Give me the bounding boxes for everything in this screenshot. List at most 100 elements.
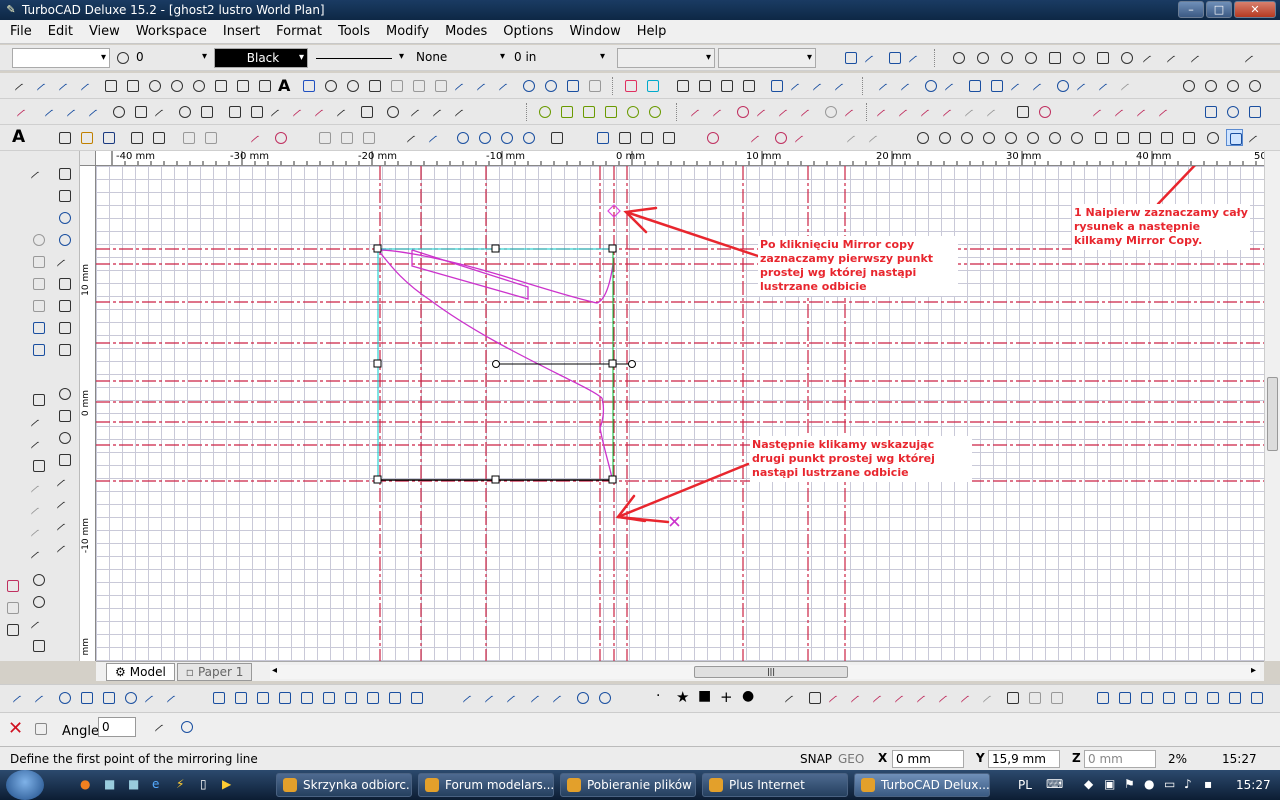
chamfer2-tool-icon[interactable]: [1114, 103, 1131, 120]
insert-image-icon[interactable]: [300, 77, 317, 94]
dim-datum-icon[interactable]: [1098, 77, 1115, 94]
mirror-copy-highlight-icon[interactable]: [1226, 129, 1243, 146]
properties-icon[interactable]: [32, 720, 49, 737]
snap-grid-icon[interactable]: [886, 49, 903, 66]
circle-radius-icon[interactable]: [1046, 129, 1063, 146]
construction-star-icon[interactable]: [336, 103, 353, 120]
z-coordinate-field[interactable]: 0 mm: [1084, 750, 1156, 768]
media-quicklaunch-icon[interactable]: ▶: [222, 777, 231, 791]
hatch-tool-icon[interactable]: [344, 77, 361, 94]
text-style-icon[interactable]: A: [12, 127, 25, 147]
measure-3d-icon[interactable]: [30, 413, 47, 430]
app-icon[interactable]: ✎: [4, 3, 18, 17]
fill-tool-icon[interactable]: [234, 77, 251, 94]
print-preview-icon[interactable]: [150, 129, 167, 146]
dim-radius-icon[interactable]: [922, 77, 939, 94]
close-button[interactable]: ✕: [1234, 1, 1276, 18]
mirror-copy-icon[interactable]: [750, 129, 767, 146]
dot-marker-icon[interactable]: ·: [656, 688, 660, 704]
snap-mid-icon[interactable]: [644, 77, 661, 94]
fillet-3d-icon[interactable]: [56, 341, 73, 358]
layers3-icon[interactable]: [498, 129, 515, 146]
horizontal-scroll-thumb[interactable]: |||: [694, 666, 848, 678]
ie-quicklaunch-icon[interactable]: e: [152, 777, 159, 791]
join-tool-icon[interactable]: [898, 103, 915, 120]
menu-format[interactable]: Format: [276, 24, 322, 39]
volume-tray-icon[interactable]: ♪: [1184, 777, 1192, 791]
circle-concentric-icon[interactable]: [1024, 129, 1041, 146]
select-edit-icon[interactable]: [428, 129, 445, 146]
move-3d-icon[interactable]: [30, 391, 47, 408]
dim-ordinate-icon[interactable]: [966, 77, 983, 94]
draw-curve-icon[interactable]: [1190, 49, 1207, 66]
construction-circle-icon[interactable]: [176, 103, 193, 120]
light-tool-icon[interactable]: [1224, 103, 1241, 120]
measure-3-icon[interactable]: [828, 689, 845, 706]
arc-snap-icon[interactable]: [30, 593, 47, 610]
shell-3d-icon[interactable]: [30, 319, 47, 336]
dim-tolerance-icon[interactable]: [1120, 77, 1137, 94]
select-tool-icon[interactable]: [406, 129, 423, 146]
keyboard-tray-icon[interactable]: ⌨: [1046, 777, 1063, 791]
menu-modes[interactable]: Modes: [445, 24, 487, 39]
arc-3pt-icon[interactable]: [542, 77, 559, 94]
rotated-rect-tool-icon[interactable]: [124, 77, 141, 94]
material-3d-icon[interactable]: [56, 385, 73, 402]
stretch-tool-icon[interactable]: [844, 103, 861, 120]
render-2-icon[interactable]: [1116, 689, 1133, 706]
slope-tool-icon[interactable]: [30, 545, 47, 562]
mirror-axis-icon[interactable]: [1204, 129, 1221, 146]
angle-input[interactable]: 0: [98, 717, 136, 737]
insert-toolbar-icon[interactable]: [16, 103, 33, 120]
line-double-icon[interactable]: [66, 103, 83, 120]
cross-line-icon[interactable]: [154, 103, 171, 120]
snap-box-icon[interactable]: [602, 103, 619, 120]
curve-tool-icon[interactable]: [498, 77, 515, 94]
arc-split-icon[interactable]: [734, 103, 751, 120]
break-tool-icon[interactable]: [690, 103, 707, 120]
snap-intersection-icon[interactable]: [718, 77, 735, 94]
menu-modify[interactable]: Modify: [386, 24, 429, 39]
text-tool-icon[interactable]: A: [278, 76, 290, 95]
line-tool-icon[interactable]: [36, 77, 53, 94]
taskbar-item-mail[interactable]: Skrzynka odbiorc...: [276, 773, 412, 797]
taskbar-item-forum[interactable]: Forum modelars...: [418, 773, 554, 797]
explorer-quicklaunch-icon[interactable]: ■: [128, 777, 139, 791]
roof-tool-icon[interactable]: [56, 517, 73, 534]
taskbar-item-plus-internet[interactable]: Plus Internet: [702, 773, 848, 797]
measure-11-icon[interactable]: [1004, 689, 1021, 706]
text-font-dropdown[interactable]: [617, 48, 715, 68]
paste-props-icon[interactable]: [338, 129, 355, 146]
redo-icon[interactable]: [272, 129, 289, 146]
draw-freehand-icon[interactable]: [1166, 49, 1183, 66]
snap-mode-8-icon[interactable]: [166, 689, 183, 706]
construction-vert-icon[interactable]: [292, 103, 309, 120]
polyline-tool-icon[interactable]: [58, 77, 75, 94]
lightning-quicklaunch-icon[interactable]: ⚡: [176, 777, 184, 791]
menu-insert[interactable]: Insert: [223, 24, 260, 39]
line-mode-5-icon[interactable]: [552, 689, 569, 706]
snap-tangent-icon[interactable]: [740, 77, 757, 94]
snap-arrows-icon[interactable]: [580, 103, 597, 120]
wedge-3d-icon[interactable]: [30, 253, 47, 270]
align-icon[interactable]: [846, 129, 863, 146]
start-button[interactable]: [6, 770, 44, 800]
rectangle-tool-icon[interactable]: [102, 77, 119, 94]
render-1-icon[interactable]: [1094, 689, 1111, 706]
color-dropdown[interactable]: Black: [214, 48, 308, 68]
line-width-dropdown[interactable]: 0 in: [510, 48, 608, 68]
line-mode-6-icon[interactable]: [574, 689, 591, 706]
view-1-icon[interactable]: [210, 689, 227, 706]
snap-mode-1-icon[interactable]: [12, 689, 29, 706]
revolve-3d-icon[interactable]: [30, 275, 47, 292]
snap-toolbar-icon[interactable]: [842, 49, 859, 66]
vertical-scrollbar[interactable]: [1264, 151, 1280, 661]
conic-tool-icon[interactable]: [564, 77, 581, 94]
measure-12-icon[interactable]: [1026, 689, 1043, 706]
taskbar-item-downloads[interactable]: Pobieranie plików: [560, 773, 696, 797]
more-tools-icon[interactable]: [1248, 129, 1265, 146]
circle-tan3-icon[interactable]: [1002, 129, 1019, 146]
circle-center-icon[interactable]: [110, 103, 127, 120]
sweep-3d-icon[interactable]: [56, 297, 73, 314]
wireframe-icon[interactable]: [1224, 77, 1241, 94]
